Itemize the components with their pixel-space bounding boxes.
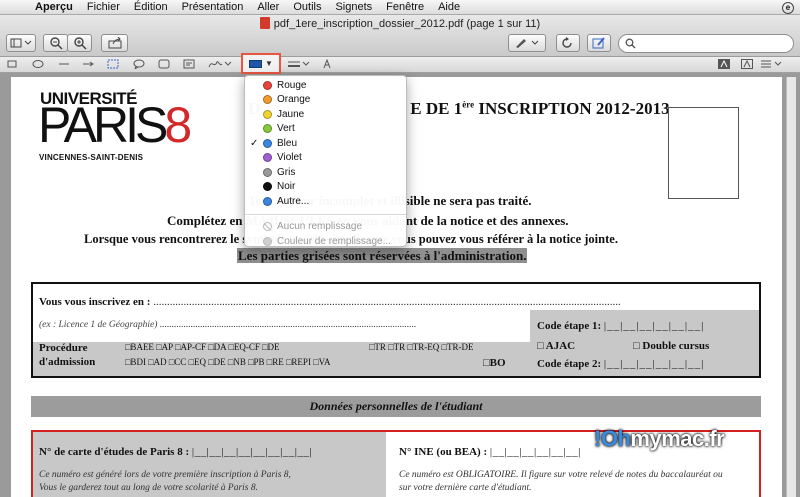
no-fill-icon bbox=[263, 222, 272, 232]
color-option-rouge[interactable]: Rouge bbox=[245, 78, 406, 93]
rotate-icon bbox=[562, 37, 572, 48]
line-tool-icon[interactable] bbox=[58, 59, 70, 71]
line-thickness-tool-icon[interactable] bbox=[287, 59, 311, 71]
inscrivez-example: (ex : Licence 1 de Géographie) .........… bbox=[39, 320, 417, 330]
color-option-vert[interactable]: Vert bbox=[245, 122, 406, 137]
black-dot-icon bbox=[263, 182, 272, 192]
fill-color-option: Couleur de remplissage... bbox=[245, 234, 406, 249]
chevron-down-icon: ▼ bbox=[265, 59, 273, 68]
text-style-tool-icon[interactable] bbox=[718, 59, 730, 71]
menu-fenetre[interactable]: Fenêtre bbox=[379, 1, 431, 13]
code-etape-2-label: Code étape 2: |__|__|__|__|__|__| bbox=[537, 358, 705, 370]
procedure-label-1: Procédure bbox=[39, 342, 88, 354]
checkmark-icon: ✓ bbox=[250, 137, 259, 149]
ine-note-1: Ce numéro est OBLIGATOIRE. Il figure sur… bbox=[399, 470, 723, 480]
status-menu-icon[interactable]: e bbox=[782, 1, 794, 14]
watermark-logo: !Ohmymac.fr bbox=[594, 426, 725, 451]
menu-aide[interactable]: Aide bbox=[431, 1, 467, 13]
color-option-autre[interactable]: Autre... bbox=[245, 194, 406, 209]
signature-tool-icon[interactable] bbox=[208, 59, 232, 71]
procedure-options-row-2[interactable]: □BDI □AD □CC □EQ □DE □NB □PB □RE □REPI □… bbox=[125, 357, 330, 367]
color-option-orange[interactable]: Orange bbox=[245, 93, 406, 108]
sidebar-view-button[interactable] bbox=[6, 34, 36, 52]
custom-color-dot-icon bbox=[263, 196, 272, 206]
carte-note-1: Ce numéro est généré lors de votre premi… bbox=[39, 470, 291, 480]
menu-signets[interactable]: Signets bbox=[328, 1, 379, 13]
window-toolbar: pdf_1ere_inscription_dossier_2012.pdf (p… bbox=[0, 15, 800, 57]
blue-dot-icon bbox=[263, 138, 272, 148]
color-dropdown-menu: Rouge Orange Jaune Vert ✓ Bleu Violet Gri… bbox=[244, 75, 407, 247]
color-swatch-icon bbox=[249, 59, 263, 68]
green-dot-icon bbox=[263, 124, 272, 134]
fill-dot-icon bbox=[263, 236, 272, 246]
menu-fichier[interactable]: Fichier bbox=[80, 1, 127, 13]
sidebar-icon bbox=[10, 38, 32, 48]
purple-dot-icon bbox=[263, 153, 272, 163]
search-icon bbox=[625, 38, 636, 49]
section-title: Données personnelles de l'étudiant bbox=[31, 396, 761, 417]
window-title: pdf_1ere_inscription_dossier_2012.pdf (p… bbox=[0, 17, 800, 30]
edit-toolbar-button[interactable] bbox=[587, 34, 611, 52]
double-cursus-checkbox[interactable]: □ Double cursus bbox=[633, 340, 709, 352]
red-dot-icon bbox=[263, 80, 272, 90]
no-fill-option: Aucun remplissage bbox=[245, 220, 406, 235]
select-tool-icon[interactable] bbox=[107, 59, 119, 71]
share-icon bbox=[108, 37, 121, 49]
logo-paris8: PARIS8 bbox=[38, 97, 192, 153]
menu-outils[interactable]: Outils bbox=[286, 1, 328, 13]
menu-app[interactable]: Aperçu bbox=[28, 1, 80, 13]
rotate-button[interactable] bbox=[556, 34, 580, 52]
oval-tool-icon[interactable] bbox=[32, 59, 44, 71]
code-etape-1-label: Code étape 1: |__|__|__|__|__|__| bbox=[537, 320, 705, 332]
menu-presentation[interactable]: Présentation bbox=[175, 1, 251, 13]
text-box-tool-icon[interactable] bbox=[183, 59, 195, 71]
procedure-options-row-1b[interactable]: □TR □TR □TR-EQ □TR-DE bbox=[369, 342, 473, 352]
zoom-in-button[interactable] bbox=[67, 34, 92, 52]
orange-dot-icon bbox=[263, 95, 272, 105]
photo-box bbox=[668, 107, 739, 199]
zoom-out-button[interactable] bbox=[43, 34, 68, 52]
menu-aller[interactable]: Aller bbox=[250, 1, 286, 13]
zoom-in-icon bbox=[73, 37, 87, 50]
zoom-out-icon bbox=[49, 37, 63, 50]
procedure-options-row-1[interactable]: □BAEE □AP □AP-CF □DA □EQ-CF □DE bbox=[125, 342, 280, 352]
border-color-button[interactable]: ▼ bbox=[241, 53, 281, 74]
carte-note-2: Vous le garderez tout au long de votre s… bbox=[39, 483, 259, 493]
menu-bar: Aperçu Fichier Édition Présentation Alle… bbox=[0, 0, 800, 15]
font-tool-icon[interactable] bbox=[322, 58, 332, 71]
edit-icon bbox=[592, 37, 605, 49]
note-tool-icon[interactable] bbox=[158, 59, 170, 71]
yellow-dot-icon bbox=[263, 109, 272, 119]
inscrivez-label: Vous vous inscrivez en : ...............… bbox=[39, 296, 621, 308]
pen-icon bbox=[516, 39, 539, 48]
color-option-violet[interactable]: Violet bbox=[245, 151, 406, 166]
inscription-box: Vous vous inscrivez en : ...............… bbox=[31, 282, 761, 378]
arrow-tool-icon[interactable] bbox=[82, 59, 94, 71]
rectangle-tool-icon[interactable] bbox=[7, 59, 17, 71]
color-option-gris[interactable]: Gris bbox=[245, 165, 406, 180]
instruction-line-4: Les parties grisées sont réservées à l'a… bbox=[237, 248, 528, 263]
menu-edition[interactable]: Édition bbox=[127, 1, 175, 13]
ine-label: N° INE (ou BEA) : |__|__|__|__|__|__| bbox=[399, 446, 581, 458]
color-option-noir[interactable]: Noir bbox=[245, 180, 406, 195]
procedure-label-2: d'admission bbox=[39, 356, 96, 368]
text-align-tool-icon[interactable] bbox=[760, 59, 784, 71]
vertical-scrollbar[interactable] bbox=[786, 77, 796, 497]
grey-dot-icon bbox=[263, 167, 272, 177]
color-option-jaune[interactable]: Jaune bbox=[245, 107, 406, 122]
menu-separator bbox=[245, 213, 406, 215]
ajac-checkbox[interactable]: □ AJAC bbox=[537, 340, 575, 352]
annotation-toolbar: ▼ bbox=[0, 53, 800, 74]
color-option-bleu[interactable]: ✓ Bleu bbox=[245, 136, 406, 151]
speech-bubble-tool-icon[interactable] bbox=[133, 59, 145, 71]
pdf-file-icon bbox=[259, 17, 270, 29]
share-button[interactable] bbox=[101, 34, 128, 52]
annotate-button[interactable] bbox=[508, 34, 546, 52]
procedure-option-bo[interactable]: □BO bbox=[483, 357, 506, 369]
carte-label: N° de carte d'études de Paris 8 : |__|__… bbox=[39, 446, 313, 458]
logo-subtitle: VINCENNES-SAINT-DENIS bbox=[39, 153, 144, 162]
search-field[interactable] bbox=[618, 34, 794, 53]
ine-note-2: sur votre dernière carte d'étudiant. bbox=[399, 483, 532, 493]
text-fill-tool-icon[interactable] bbox=[741, 59, 753, 71]
